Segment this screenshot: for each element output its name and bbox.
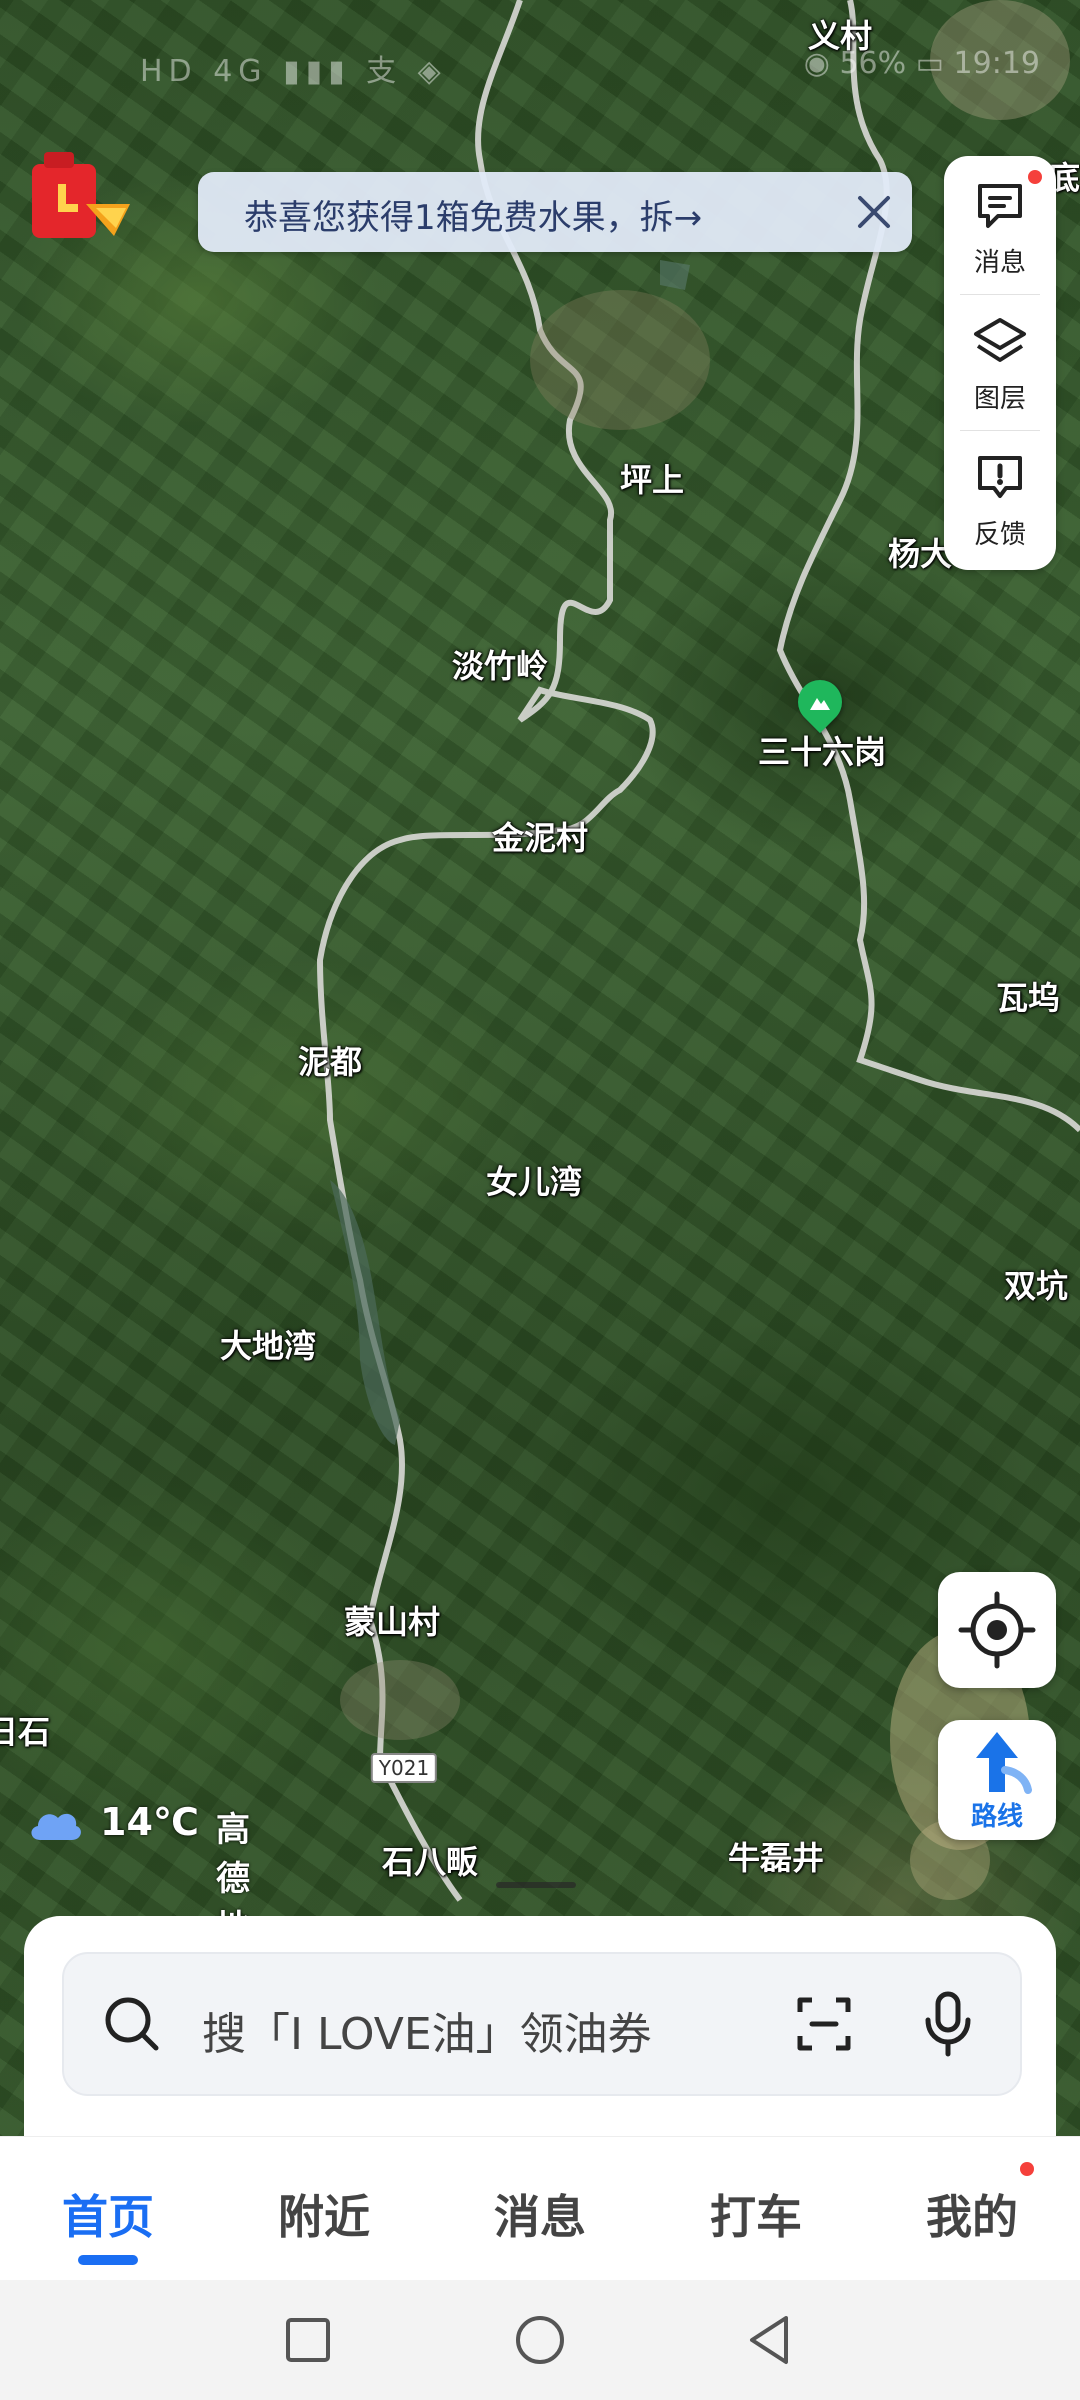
place-label[interactable]: 蒙山村 <box>344 1597 440 1643</box>
promo-banner[interactable]: 恭喜您获得1箱免费水果，拆→ <box>198 172 912 252</box>
scan-icon[interactable] <box>794 1994 854 2054</box>
place-label[interactable]: 泥都 <box>298 1037 362 1083</box>
recent-apps-icon[interactable] <box>278 2310 338 2370</box>
active-tab-indicator <box>78 2255 138 2265</box>
place-label[interactable]: 女儿湾 <box>486 1157 582 1203</box>
map-tools-panel: 消息 图层 反馈 <box>944 156 1056 570</box>
place-label[interactable]: 石八畈 <box>382 1837 478 1883</box>
status-right: ◉ 56% ▭ 19:19 <box>803 46 1040 81</box>
feedback-icon <box>972 450 1028 506</box>
fuel-promo-icon[interactable] <box>26 148 146 248</box>
place-label[interactable]: 淡竹岭 <box>452 641 548 687</box>
crosshair-icon <box>958 1591 1036 1669</box>
mountain-icon <box>808 690 832 714</box>
layers-icon <box>972 314 1028 370</box>
back-icon[interactable] <box>740 2310 800 2370</box>
divider <box>960 294 1040 295</box>
tool-layers[interactable]: 图层 <box>944 298 1056 426</box>
tool-messages[interactable]: 消息 <box>944 162 1056 290</box>
tab-bar: 首页 附近 消息 打车 我的 <box>0 2136 1080 2281</box>
tab-taxi[interactable]: 打车 <box>710 2181 802 2247</box>
place-label[interactable]: 瓦坞 <box>996 973 1060 1019</box>
bottom-sheet: 搜「I LOVE油」领油券 <box>24 1916 1056 2136</box>
search-bar[interactable]: 搜「I LOVE油」领油券 <box>62 1952 1022 2096</box>
search-icon <box>102 1994 162 2054</box>
tab-profile[interactable]: 我的 <box>926 2181 1018 2247</box>
search-input[interactable]: 搜「I LOVE油」领油券 <box>202 1998 652 2062</box>
tab-nearby[interactable]: 附近 <box>278 2181 370 2247</box>
place-label[interactable]: 大地湾 <box>220 1321 316 1367</box>
status-bar: HD 4G ▮▮▮ 支 ◈ ◉ 56% ▭ 19:19 <box>0 40 1080 90</box>
tool-label: 图层 <box>973 384 1026 414</box>
microphone-icon[interactable] <box>920 1990 976 2058</box>
tool-label: 消息 <box>973 248 1026 278</box>
tab-home[interactable]: 首页 <box>62 2181 154 2247</box>
place-label[interactable]: 杨大 <box>888 529 952 575</box>
place-label[interactable]: 牛磊井 <box>728 1833 824 1879</box>
system-nav-bar <box>0 2280 1080 2400</box>
place-label[interactable]: 坪上 <box>620 455 684 501</box>
cloud-icon <box>26 1804 82 1844</box>
close-icon[interactable] <box>846 184 902 240</box>
route-button[interactable]: 路线 <box>938 1720 1056 1840</box>
home-icon[interactable] <box>510 2310 570 2370</box>
route-label: 路线 <box>970 1802 1023 1832</box>
tab-messages[interactable]: 消息 <box>494 2181 586 2247</box>
temperature: 14℃ <box>100 1800 199 1844</box>
route-arrow-icon <box>976 1732 1032 1794</box>
status-left: HD 4G ▮▮▮ 支 ◈ <box>140 54 447 89</box>
tool-label: 反馈 <box>973 520 1026 550</box>
locate-button[interactable] <box>938 1572 1056 1688</box>
tool-feedback[interactable]: 反馈 <box>944 434 1056 562</box>
road-number-badge: Y021 <box>370 1753 438 1783</box>
sheet-drag-handle[interactable] <box>496 1882 576 1888</box>
place-label[interactable]: 三十六岗 <box>758 727 886 773</box>
notification-dot <box>1020 2162 1034 2176</box>
place-label[interactable]: 双坑 <box>1004 1261 1068 1307</box>
banner-text[interactable]: 恭喜您获得1箱免费水果，拆→ <box>244 190 702 239</box>
divider <box>960 430 1040 431</box>
place-label[interactable]: 金泥村 <box>492 813 588 859</box>
message-icon <box>972 178 1028 234</box>
place-label[interactable]: 日石 <box>0 1707 50 1753</box>
